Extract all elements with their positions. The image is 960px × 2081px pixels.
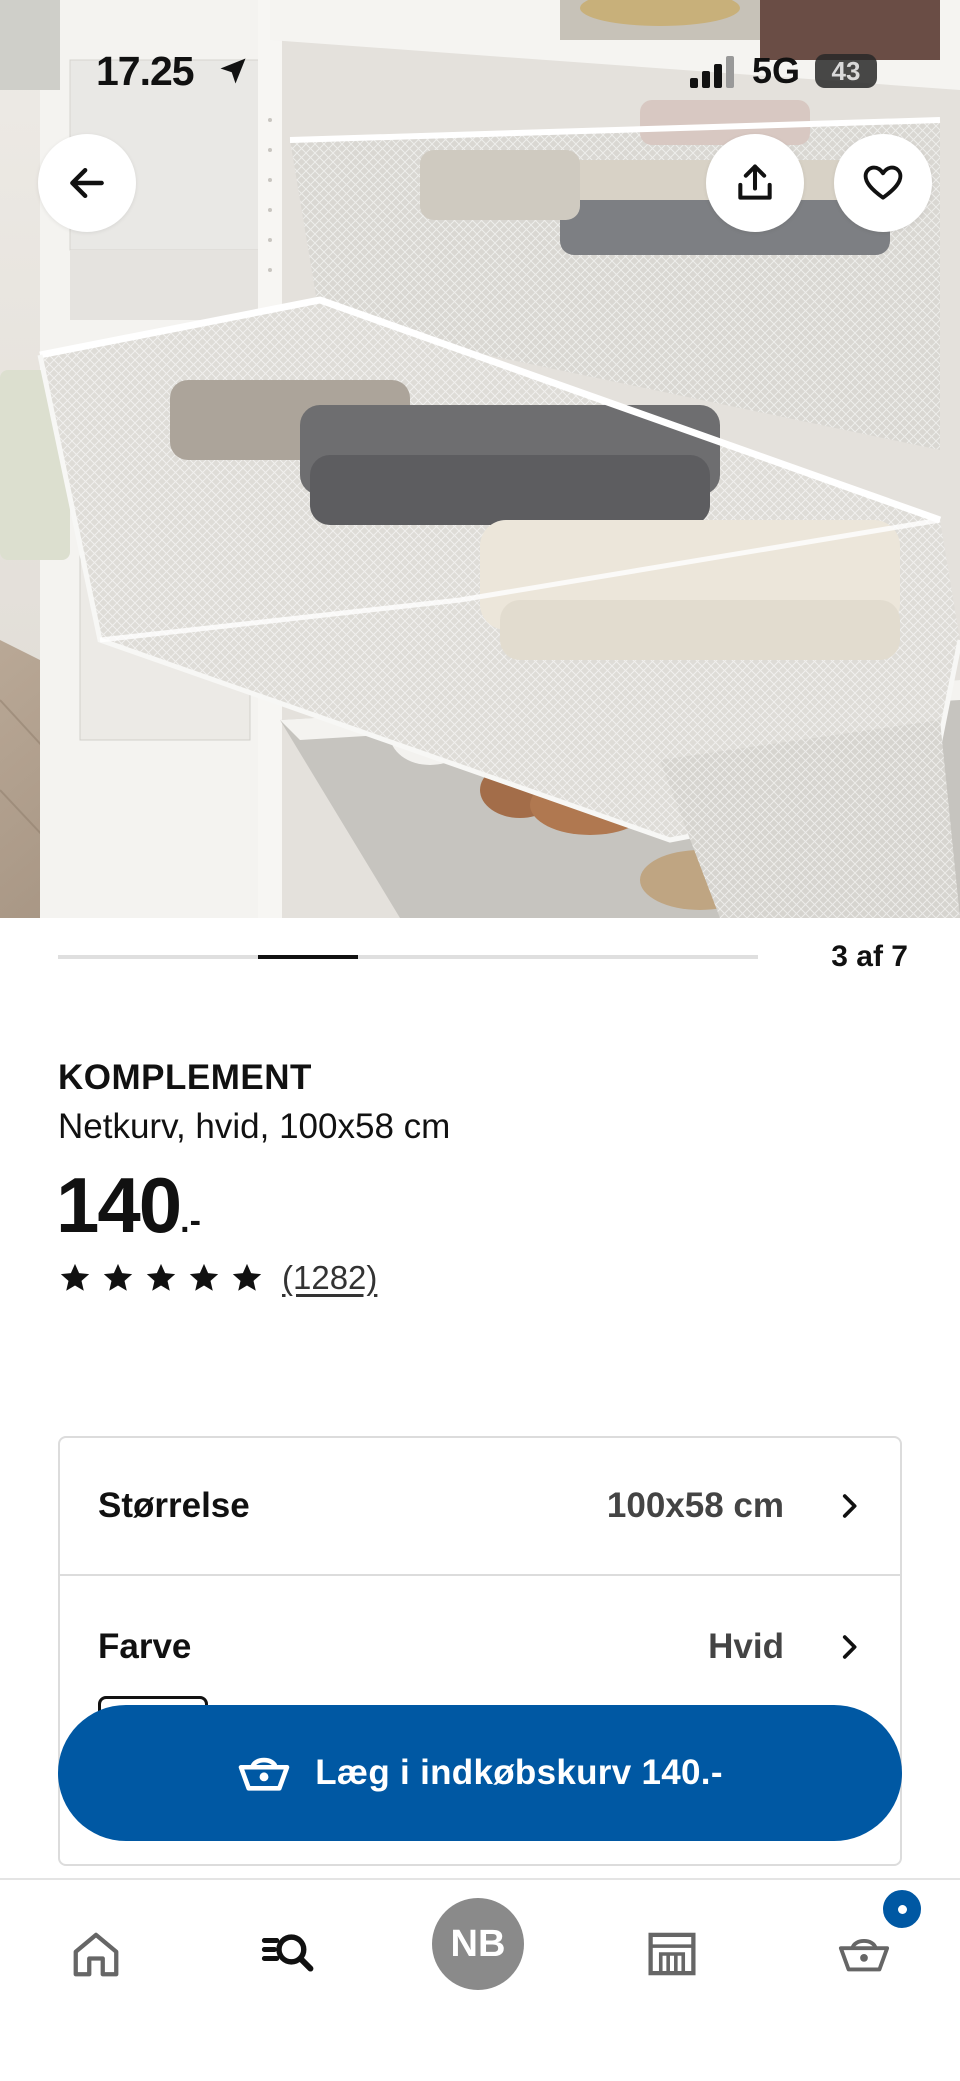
product-name: KOMPLEMENT [58, 1058, 312, 1097]
back-button[interactable] [38, 134, 136, 232]
basket-icon [238, 1757, 290, 1791]
option-size-value: 100x58 cm [606, 1486, 784, 1525]
add-to-cart-label: Læg i indkøbskurv 140.- [315, 1753, 723, 1792]
option-color-value: Hvid [708, 1627, 784, 1666]
cart-badge [880, 1887, 924, 1931]
star-icon [232, 1263, 262, 1291]
review-count-link[interactable]: (1282) [282, 1259, 377, 1297]
add-to-cart-button[interactable]: Læg i indkøbskurv 140.- [58, 1705, 902, 1841]
nav-stores[interactable] [624, 1906, 720, 2002]
store-icon [648, 1932, 696, 1976]
option-size[interactable]: Størrelse 100x58 cm [60, 1438, 900, 1576]
home-icon [73, 1932, 119, 1977]
cart-icon [838, 1939, 890, 1972]
star-icon [189, 1263, 219, 1291]
share-button[interactable] [706, 134, 804, 232]
heart-icon [863, 165, 903, 200]
network-type: 5G [752, 50, 801, 91]
arrow-left-icon [70, 167, 104, 199]
favorite-button[interactable] [834, 134, 932, 232]
star-icon [60, 1263, 90, 1291]
nav-home[interactable] [48, 1906, 144, 2002]
product-image[interactable]: 17.25 5G 43 [0, 0, 960, 918]
nav-profile-avatar[interactable]: NB [432, 1898, 524, 1990]
carousel-progress [258, 955, 358, 959]
nav-search[interactable] [240, 1906, 336, 2002]
star-icon [103, 1263, 133, 1291]
bottom-navigation: NB [0, 1878, 960, 2081]
carousel-track [58, 955, 758, 959]
option-size-label: Størrelse [98, 1486, 250, 1525]
rating-stars [58, 1261, 264, 1295]
price-suffix: .- [180, 1202, 201, 1240]
product-rating[interactable]: (1282) [58, 1258, 377, 1298]
star-icon [146, 1263, 176, 1291]
chevron-right-icon [842, 1494, 857, 1518]
battery-icon: 43 [815, 54, 877, 88]
price-amount: 140 [56, 1161, 182, 1249]
chevron-right-icon [842, 1635, 857, 1659]
image-carousel-indicator: 3 af 7 [58, 940, 908, 980]
share-icon [738, 164, 772, 200]
option-color-label: Farve [98, 1627, 192, 1666]
carousel-count: 3 af 7 [831, 940, 908, 973]
product-price: 140.- [56, 1160, 201, 1251]
status-time: 17.25 [96, 48, 195, 94]
search-icon [261, 1934, 314, 1972]
product-description: Netkurv, hvid, 100x58 cm [58, 1107, 451, 1146]
signal-icon [690, 56, 734, 88]
location-arrow-icon [220, 58, 246, 84]
status-bar: 17.25 5G 43 [0, 0, 960, 140]
